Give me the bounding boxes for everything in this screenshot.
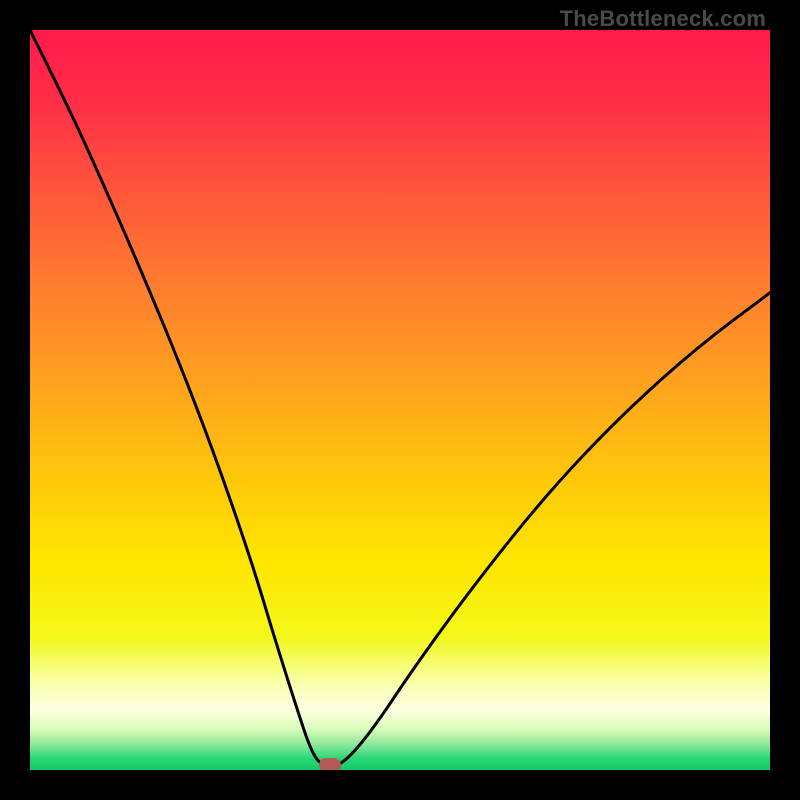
chart-frame: TheBottleneck.com: [0, 0, 800, 800]
bottleneck-curve: [30, 30, 770, 770]
optimal-point-marker: [319, 758, 341, 770]
plot-area: [30, 30, 770, 770]
watermark-text: TheBottleneck.com: [560, 6, 766, 32]
